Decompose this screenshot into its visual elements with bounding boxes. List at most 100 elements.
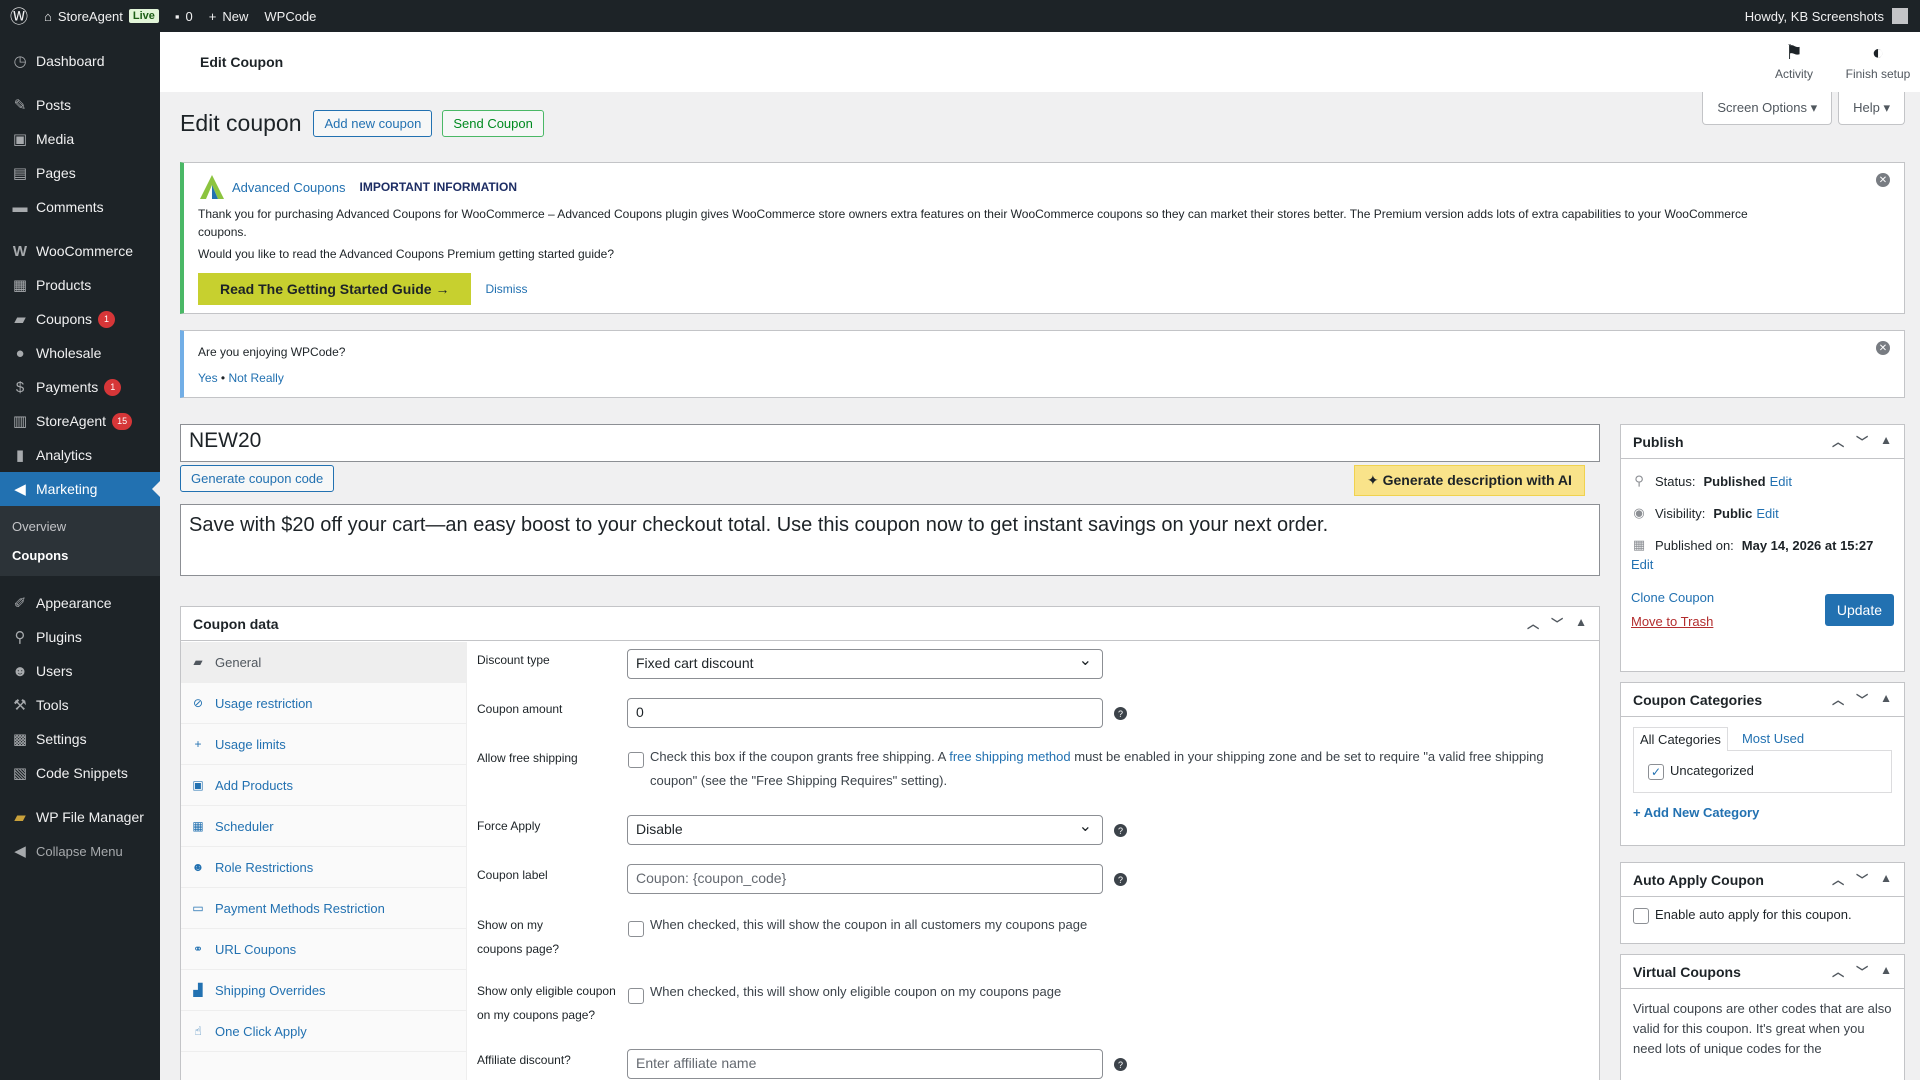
wpcode-link[interactable]: WPCode xyxy=(256,0,324,32)
edit-visibility-link[interactable]: Edit xyxy=(1756,506,1778,521)
sidebar-item-appearance[interactable]: ✐ Appearance xyxy=(0,586,160,620)
coupon-amount-label: Coupon amount xyxy=(477,702,563,716)
tab-payment-methods-restriction[interactable]: ▭ Payment Methods Restriction xyxy=(181,888,466,929)
tab-shipping-overrides[interactable]: ▟ Shipping Overrides xyxy=(181,970,466,1011)
coupon-amount-input[interactable]: 0 xyxy=(627,698,1103,728)
lock-icon: ▣ xyxy=(192,778,204,792)
help-icon[interactable]: ? xyxy=(1114,707,1127,720)
submenu-coupons[interactable]: Coupons xyxy=(0,541,160,570)
tab-scheduler[interactable]: ▦ Scheduler xyxy=(181,806,466,847)
new-content-link[interactable]: + New xyxy=(201,0,257,32)
collapse-triangle-icon[interactable]: ▲ xyxy=(1880,963,1892,980)
help-icon[interactable]: ? xyxy=(1114,824,1127,837)
coupon-label-input[interactable]: Coupon: {coupon_code} xyxy=(627,864,1103,894)
collapse-triangle-icon[interactable]: ▲ xyxy=(1880,871,1892,888)
sidebar-item-pages[interactable]: ▤ Pages xyxy=(0,156,160,190)
calendar-icon: ▦ xyxy=(192,819,204,833)
sidebar-item-coupons[interactable]: ▰ Coupons 1 xyxy=(0,302,160,336)
collapse-triangle-icon[interactable]: ▲ xyxy=(1575,615,1587,632)
add-new-coupon-button[interactable]: Add new coupon xyxy=(313,110,433,137)
submenu-overview[interactable]: Overview xyxy=(0,512,160,541)
chevron-down-icon[interactable]: ﹀ xyxy=(1856,871,1868,888)
help-icon[interactable]: ? xyxy=(1114,1058,1127,1071)
tab-add-products[interactable]: ▣ Add Products xyxy=(181,765,466,806)
yes-link[interactable]: Yes xyxy=(198,371,218,385)
free-shipping-checkbox[interactable] xyxy=(628,752,644,768)
tab-url-coupons[interactable]: ⚭ URL Coupons xyxy=(181,929,466,970)
uncategorized-checkbox[interactable]: ✓ xyxy=(1648,763,1664,780)
edit-date-link[interactable]: Edit xyxy=(1631,557,1894,572)
wordpress-logo-icon[interactable]: Ⓦ xyxy=(0,0,36,32)
chevron-up-icon[interactable]: ︿ xyxy=(1832,691,1844,708)
sidebar-item-comments[interactable]: ▬ Comments xyxy=(0,190,160,224)
sidebar-item-storeagent[interactable]: ▥ StoreAgent 15 xyxy=(0,404,160,438)
force-apply-select[interactable]: Disable xyxy=(627,815,1103,845)
sidebar-item-code-snippets[interactable]: ▧ Code Snippets xyxy=(0,756,160,790)
sidebar-item-payments[interactable]: $ Payments 1 xyxy=(0,370,160,404)
collapse-triangle-icon[interactable]: ▲ xyxy=(1880,691,1892,708)
tab-general[interactable]: ▰ General xyxy=(181,642,466,683)
tab-one-click-apply[interactable]: ☝ One Click Apply xyxy=(181,1011,466,1052)
generate-coupon-code-button[interactable]: Generate coupon code xyxy=(180,465,335,492)
not-really-link[interactable]: Not Really xyxy=(228,371,283,385)
site-name-link[interactable]: ⌂ StoreAgent Live xyxy=(36,0,167,32)
sidebar-item-collapse-menu[interactable]: ◀ Collapse Menu xyxy=(0,834,160,868)
coupon-description-textarea[interactable]: Save with $20 off your cart—an easy boos… xyxy=(180,504,1600,576)
clone-coupon-link[interactable]: Clone Coupon xyxy=(1631,586,1714,610)
send-coupon-button[interactable]: Send Coupon xyxy=(442,110,544,137)
publish-panel: Publish ︿ ﹀ ▲ ⚲ Status: Published Edit ◉ Vis… xyxy=(1620,424,1905,672)
sidebar-item-wp-file-manager[interactable]: ▰ WP File Manager xyxy=(0,800,160,834)
sidebar-item-analytics[interactable]: ▮ Analytics xyxy=(0,438,160,472)
sidebar-item-marketing[interactable]: ◀ Marketing xyxy=(0,472,160,506)
activity-button[interactable]: ⚑ Activity xyxy=(1752,32,1836,92)
comments-link[interactable]: ▪ 0 xyxy=(167,0,201,32)
generate-description-ai-button[interactable]: ✦ Generate description with AI xyxy=(1354,465,1585,496)
sidebar-item-wholesale[interactable]: ● Wholesale xyxy=(0,336,160,370)
collapse-triangle-icon[interactable]: ▲ xyxy=(1880,433,1892,450)
chevron-up-icon[interactable]: ︿ xyxy=(1832,433,1844,450)
auto-apply-checkbox[interactable]: ✓ xyxy=(1633,907,1649,924)
sidebar-item-products[interactable]: ▦ Products xyxy=(0,268,160,302)
coupon-code-input[interactable]: NEW20 xyxy=(180,424,1600,462)
sidebar-item-dashboard[interactable]: ◷ Dashboard xyxy=(0,44,160,78)
sidebar-item-users[interactable]: ☻ Users xyxy=(0,654,160,688)
chevron-down-icon[interactable]: ﹀ xyxy=(1856,963,1868,980)
chevron-up-icon[interactable]: ︿ xyxy=(1832,963,1844,980)
chevron-down-icon[interactable]: ﹀ xyxy=(1856,691,1868,708)
add-new-category-link[interactable]: + Add New Category xyxy=(1633,805,1892,820)
sidebar-item-woocommerce[interactable]: W WooCommerce xyxy=(0,234,160,268)
sidebar-item-settings[interactable]: ▩ Settings xyxy=(0,722,160,756)
chevron-down-icon[interactable]: ﹀ xyxy=(1856,433,1868,450)
close-icon[interactable]: ✕ xyxy=(1876,173,1890,187)
account-greeting[interactable]: Howdy, KB Screenshots xyxy=(1745,9,1884,24)
edit-status-link[interactable]: Edit xyxy=(1770,474,1792,489)
affiliate-name-input[interactable]: Enter affiliate name xyxy=(627,1049,1103,1079)
sidebar-item-tools[interactable]: ⚒ Tools xyxy=(0,688,160,722)
help-button[interactable]: Help ▾ xyxy=(1838,92,1905,125)
screen-options-button[interactable]: Screen Options ▾ xyxy=(1702,92,1833,125)
dismiss-link[interactable]: Dismiss xyxy=(485,282,527,296)
chevron-up-icon[interactable]: ︿ xyxy=(1832,871,1844,888)
close-icon[interactable]: ✕ xyxy=(1876,341,1890,355)
sidebar-item-media[interactable]: ▣ Media xyxy=(0,122,160,156)
show-my-coupons-checkbox[interactable] xyxy=(628,921,644,937)
tab-all-categories[interactable]: All Categories xyxy=(1633,727,1728,751)
sidebar-item-posts[interactable]: ✎ Posts xyxy=(0,88,160,122)
tab-role-restrictions[interactable]: ☻ Role Restrictions xyxy=(181,847,466,888)
chevron-down-icon[interactable]: ﹀ xyxy=(1551,615,1563,632)
show-eligible-checkbox[interactable] xyxy=(628,988,644,1004)
move-to-trash-link[interactable]: Move to Trash xyxy=(1631,610,1714,634)
update-button[interactable]: Update xyxy=(1824,594,1894,626)
tab-most-used[interactable]: Most Used xyxy=(1742,727,1804,751)
chevron-up-icon[interactable]: ︿ xyxy=(1527,615,1539,632)
brush-icon: ✐ xyxy=(13,595,27,612)
finish-setup-button[interactable]: ◐ Finish setup xyxy=(1836,32,1920,92)
getting-started-guide-button[interactable]: Read The Getting Started Guide → xyxy=(198,273,472,305)
free-shipping-method-link[interactable]: free shipping method xyxy=(949,749,1070,764)
help-icon[interactable]: ? xyxy=(1114,873,1127,886)
sidebar-item-plugins[interactable]: ⚲ Plugins xyxy=(0,620,160,654)
tab-usage-limits[interactable]: + Usage limits xyxy=(181,724,466,765)
avatar[interactable] xyxy=(1892,8,1908,24)
discount-type-select[interactable]: Fixed cart discount xyxy=(627,649,1103,679)
tab-usage-restriction[interactable]: ⊘ Usage restriction xyxy=(181,683,466,724)
